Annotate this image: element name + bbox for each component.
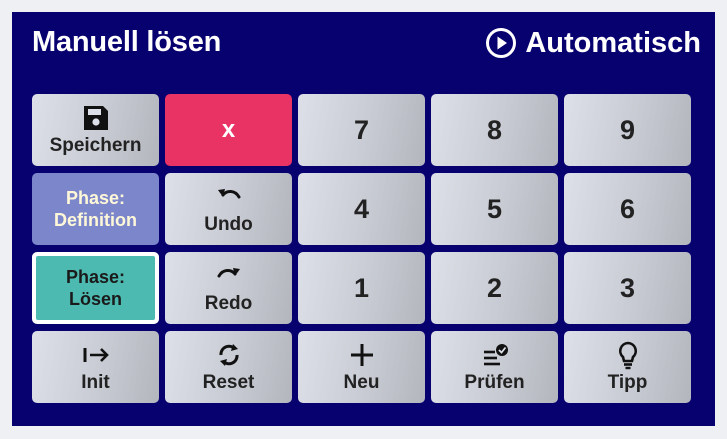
hint-label: Tipp [607,372,648,393]
redo-label: Redo [204,293,253,314]
refresh-icon [218,344,239,366]
phase-solve-label-line2: Lösen [68,289,122,309]
digit-2-button[interactable]: 2 [431,252,558,324]
init-button[interactable]: Init [32,331,159,403]
digit-label: 1 [353,272,370,303]
clear-cell-button[interactable]: x [165,94,292,166]
digit-label: 7 [353,114,370,145]
digit-label: 5 [486,193,503,224]
automatic-solve-button[interactable]: Automatisch [485,22,701,64]
phase-definition-button[interactable]: Phase: Definition [32,173,159,245]
redo-arrow-icon [217,268,240,278]
phase-definition-label-line2: Definition [54,210,137,230]
sudoku-panel: Manuell lösen Automatisch Speichern x 7 … [12,12,715,426]
list-check-icon [483,344,508,366]
check-button[interactable]: Prüfen [431,331,558,403]
save-label: Speichern [49,135,142,156]
phase-solve-button[interactable]: Phase: Lösen [32,252,159,324]
digit-label: 8 [486,114,503,145]
lightbulb-icon [618,341,637,370]
reset-button[interactable]: Reset [165,331,292,403]
digit-label: 6 [619,193,636,224]
phase-solve-active-indicator: Phase: Lösen [36,256,155,320]
undo-label: Undo [204,214,253,235]
undo-arrow-icon [217,189,240,199]
save-button[interactable]: Speichern [32,94,159,166]
redo-button[interactable]: Redo [165,252,292,324]
hint-button[interactable]: Tipp [564,331,691,403]
digit-5-button[interactable]: 5 [431,173,558,245]
digit-9-button[interactable]: 9 [564,94,691,166]
digit-7-button[interactable]: 7 [298,94,425,166]
play-circle-icon [486,28,517,58]
floppy-disk-icon [83,106,108,130]
phase-definition-label-line1: Phase: [65,188,126,208]
init-label: Init [81,372,110,393]
automatic-solve-label: Automatisch [525,26,701,59]
digit-4-button[interactable]: 4 [298,173,425,245]
check-label: Prüfen [464,372,525,393]
digit-6-button[interactable]: 6 [564,173,691,245]
page-title: Manuell lösen [32,26,222,58]
digit-label: 2 [486,272,503,303]
digit-label: 4 [353,193,370,224]
reset-label: Reset [202,372,255,393]
plus-icon [350,344,373,366]
digit-3-button[interactable]: 3 [564,252,691,324]
digit-1-button[interactable]: 1 [298,252,425,324]
undo-button[interactable]: Undo [165,173,292,245]
new-game-label: Neu [343,372,380,393]
arrow-to-right-icon [83,348,109,362]
clear-cell-label: x [221,116,236,143]
new-game-button[interactable]: Neu [298,331,425,403]
digit-label: 3 [619,272,636,303]
digit-label: 9 [619,114,636,145]
phase-solve-label-line1: Phase: [65,267,126,287]
keypad-grid: Speichern x 7 8 9 Phase: Definition Undo… [32,94,691,403]
digit-8-button[interactable]: 8 [431,94,558,166]
